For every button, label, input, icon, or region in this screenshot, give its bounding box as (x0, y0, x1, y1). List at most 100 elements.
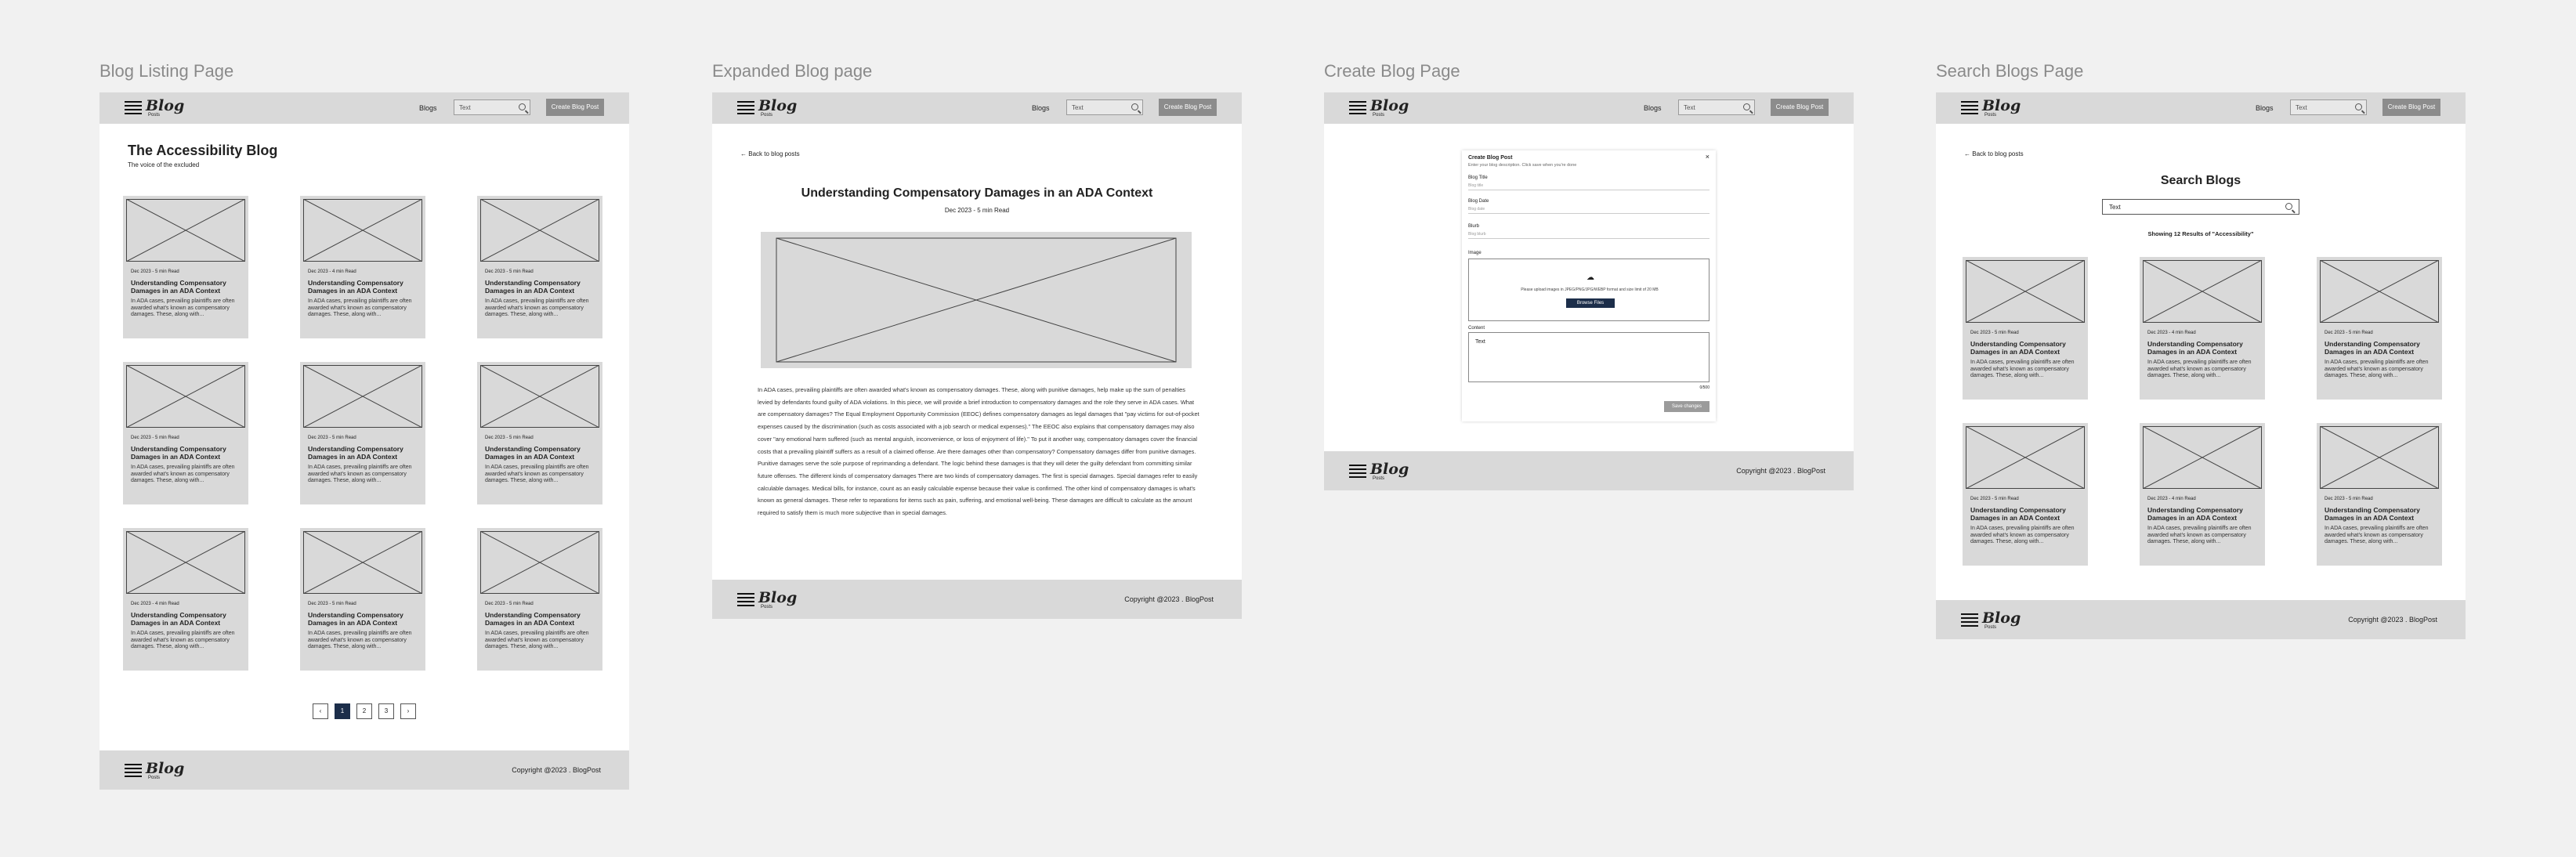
card-title[interactable]: Understanding Compensatory Damages in an… (485, 279, 595, 295)
blog-card[interactable]: Dec 2023 - 4 min Read Understanding Compe… (2140, 423, 2265, 566)
frame-title-create: Create Blog Page (1324, 61, 1460, 81)
card-excerpt: In ADA cases, prevailing plaintiffs are … (2325, 526, 2429, 544)
search-icon[interactable] (2355, 103, 2362, 110)
copyright: Copyright @2023 . BlogPost (512, 766, 601, 774)
logo-sub: Posts (761, 605, 773, 609)
blog-card[interactable]: Dec 2023 - 5 min Read Understanding Compe… (123, 362, 248, 504)
card-title[interactable]: Understanding Compensatory Damages in an… (131, 611, 241, 627)
blog-card[interactable]: Dec 2023 - 5 min Read Understanding Compe… (2317, 423, 2442, 566)
frame-title-listing: Blog Listing Page (99, 61, 234, 81)
footer-logo[interactable]: Blog Posts (737, 589, 798, 609)
card-meta: Dec 2023 - 4 min Read (2147, 497, 2196, 501)
logo-sub: Posts (761, 113, 773, 118)
create-blog-post-button[interactable]: Create Blog Post (1159, 99, 1217, 116)
prev-page-button[interactable]: ‹ (313, 703, 328, 719)
page-3-button[interactable]: 3 (378, 703, 394, 719)
blog-logo[interactable]: Blog Posts (125, 97, 184, 118)
card-excerpt: In ADA cases, prevailing plaintiffs are … (131, 631, 235, 649)
header-search-input[interactable]: Text (1066, 99, 1143, 115)
back-link[interactable]: ← Back to blog posts (1964, 150, 2024, 157)
blog-card[interactable]: Dec 2023 - 5 min Read Understanding Compe… (477, 362, 602, 504)
header-search-input[interactable]: Text (1678, 99, 1755, 115)
logo-bars-icon (1349, 100, 1366, 114)
search-icon[interactable] (1743, 103, 1750, 110)
header-search-input[interactable]: Text (454, 99, 530, 115)
content-label: Content (1468, 326, 1485, 331)
card-image-placeholder (2317, 257, 2442, 324)
nav-blogs-link[interactable]: Blogs (419, 104, 437, 112)
card-title[interactable]: Understanding Compensatory Damages in an… (485, 445, 595, 461)
search-icon[interactable] (2285, 203, 2292, 210)
results-count: Showing 12 Results of "Accessibility" (2147, 230, 2254, 237)
content-textarea[interactable]: Text (1468, 332, 1709, 382)
blurb-input[interactable]: Blog blurb (1468, 230, 1709, 239)
card-meta: Dec 2023 - 5 min Read (131, 436, 179, 440)
card-title[interactable]: Understanding Compensatory Damages in an… (485, 611, 595, 627)
back-link[interactable]: ← Back to blog posts (740, 150, 800, 157)
card-title[interactable]: Understanding Compensatory Damages in an… (131, 279, 241, 295)
next-page-button[interactable]: › (400, 703, 416, 719)
blog-card[interactable]: Dec 2023 - 4 min Read Understanding Compe… (300, 196, 425, 338)
blog-date-input[interactable]: Blog date (1468, 205, 1709, 214)
card-title[interactable]: Understanding Compensatory Damages in an… (1970, 506, 2080, 522)
blog-card[interactable]: Dec 2023 - 4 min Read Understanding Compe… (2140, 257, 2265, 400)
blog-card[interactable]: Dec 2023 - 5 min Read Understanding Compe… (1963, 423, 2088, 566)
blog-title-input[interactable]: Blog title (1468, 182, 1709, 190)
card-title[interactable]: Understanding Compensatory Damages in an… (1970, 340, 2080, 356)
blog-card[interactable]: Dec 2023 - 5 min Read Understanding Compe… (2317, 257, 2442, 400)
card-title[interactable]: Understanding Compensatory Damages in an… (308, 445, 418, 461)
card-title[interactable]: Understanding Compensatory Damages in an… (131, 445, 241, 461)
card-meta: Dec 2023 - 5 min Read (485, 436, 534, 440)
blog-title-label: Blog Title (1468, 175, 1488, 180)
create-blog-post-button[interactable]: Create Blog Post (2382, 99, 2440, 116)
blog-card[interactable]: Dec 2023 - 5 min Read Understanding Compe… (477, 196, 602, 338)
blog-card[interactable]: Dec 2023 - 4 min Read Understanding Compe… (123, 528, 248, 671)
card-title[interactable]: Understanding Compensatory Damages in an… (2325, 340, 2434, 356)
search-title: Search Blogs (2160, 174, 2241, 187)
footer-logo[interactable]: Blog Posts (1961, 609, 2021, 630)
card-title[interactable]: Understanding Compensatory Damages in an… (308, 611, 418, 627)
back-link-label: Back to blog posts (1972, 150, 2024, 157)
blog-logo[interactable]: Blog Posts (1961, 97, 2021, 118)
copyright: Copyright @2023 . BlogPost (1736, 467, 1825, 475)
card-excerpt: In ADA cases, prevailing plaintiffs are … (485, 631, 589, 649)
search-input[interactable]: Text (2102, 199, 2299, 215)
browse-files-button[interactable]: Browse Files (1566, 298, 1615, 308)
blog-card[interactable]: Dec 2023 - 5 min Read Understanding Compe… (1963, 257, 2088, 400)
blog-date-label: Blog Date (1468, 199, 1489, 204)
footer: Blog Posts Copyright @2023 . BlogPost (1936, 600, 2466, 639)
page-2-button[interactable]: 2 (356, 703, 372, 719)
nav-blogs-link[interactable]: Blogs (1644, 104, 1662, 112)
card-title[interactable]: Understanding Compensatory Damages in an… (308, 279, 418, 295)
blog-card[interactable]: Dec 2023 - 5 min Read Understanding Compe… (300, 528, 425, 671)
card-title[interactable]: Understanding Compensatory Damages in an… (2147, 340, 2257, 356)
blog-card[interactable]: Dec 2023 - 5 min Read Understanding Compe… (477, 528, 602, 671)
create-blog-post-button[interactable]: Create Blog Post (1771, 99, 1829, 116)
card-title[interactable]: Understanding Compensatory Damages in an… (2325, 506, 2434, 522)
save-changes-button[interactable]: Save changes (1664, 401, 1709, 412)
search-icon[interactable] (1131, 103, 1138, 110)
image-dropzone[interactable]: ☁ Please upload images in JPEG/PNG/JPG/W… (1468, 259, 1709, 321)
card-image-placeholder (2140, 257, 2265, 324)
header-search-input[interactable]: Text (2290, 99, 2367, 115)
close-icon[interactable]: × (1706, 153, 1709, 161)
arrow-left-icon: ← (1964, 150, 1970, 157)
logo-word: Blog (758, 589, 798, 606)
create-blog-post-button[interactable]: Create Blog Post (546, 99, 604, 116)
footer-logo[interactable]: Blog Posts (1349, 461, 1409, 481)
article-title: Understanding Compensatory Damages in an… (801, 186, 1153, 200)
blog-logo[interactable]: Blog Posts (1349, 97, 1409, 118)
blog-card[interactable]: Dec 2023 - 5 min Read Understanding Compe… (300, 362, 425, 504)
blog-card[interactable]: Dec 2023 - 5 min Read Understanding Compe… (123, 196, 248, 338)
footer-logo[interactable]: Blog Posts (125, 760, 184, 780)
card-meta: Dec 2023 - 5 min Read (131, 269, 179, 274)
nav-blogs-link[interactable]: Blogs (2256, 104, 2274, 112)
blog-logo[interactable]: Blog Posts (737, 97, 797, 118)
search-icon[interactable] (519, 103, 526, 110)
page-1-button[interactable]: 1 (335, 703, 350, 719)
pagination: ‹ 1 2 3 › (313, 703, 416, 719)
logo-bars-icon (737, 100, 754, 114)
expanded-blog-page: Blog Posts Blogs Text Create Blog Post ← Bac… (712, 92, 1242, 619)
card-title[interactable]: Understanding Compensatory Damages in an… (2147, 506, 2257, 522)
nav-blogs-link[interactable]: Blogs (1032, 104, 1050, 112)
